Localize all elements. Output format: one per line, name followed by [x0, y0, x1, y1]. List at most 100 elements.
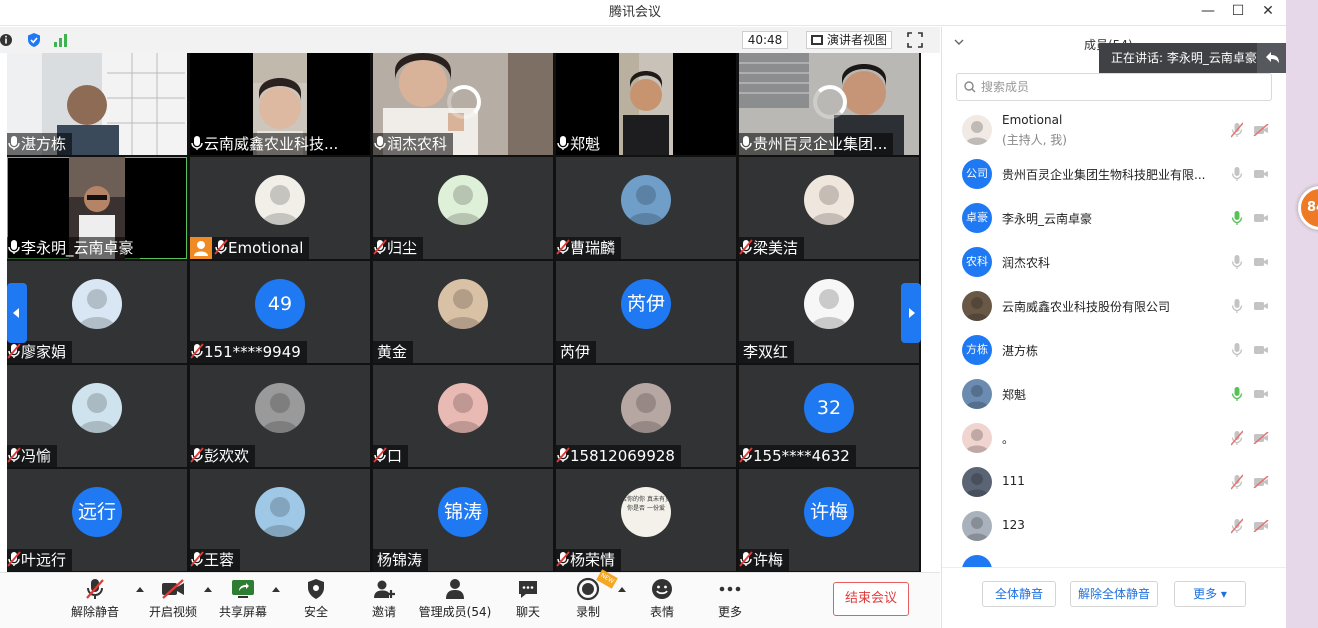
member-row[interactable]: Emotional (主持人, 我) — [942, 107, 1287, 151]
participant-tile[interactable]: 李永明_云南卓豪 — [7, 157, 187, 259]
start-video-button[interactable]: 开启视频 — [148, 577, 198, 620]
mute-all-button[interactable]: 全体静音 — [982, 581, 1056, 607]
minimize-icon[interactable]: — — [1198, 1, 1218, 21]
participant-name: 李双红 — [739, 341, 795, 363]
unmute-button[interactable]: 解除静音 — [70, 577, 120, 620]
participant-tile[interactable]: 芮伊 芮伊 — [556, 261, 736, 363]
manage-members-button[interactable]: 管理成员(54) — [416, 577, 494, 620]
member-name: 郑魁 — [1002, 388, 1027, 402]
participant-tile[interactable]: 黄金 — [373, 261, 553, 363]
participant-tile[interactable]: 彭欢欢 — [190, 365, 370, 467]
host-icon — [190, 237, 212, 259]
participant-name: 贵州百灵企业集团... — [739, 133, 894, 155]
info-icon[interactable] — [0, 32, 16, 48]
participant-name: 黄金 — [373, 341, 414, 363]
member-row[interactable]: 111 — [942, 459, 1287, 503]
maximize-icon[interactable]: ☐ — [1228, 1, 1248, 21]
search-members-input[interactable]: 搜索成员 — [956, 73, 1272, 101]
participant-name: 杨锦涛 — [373, 549, 429, 571]
participant-tile[interactable]: 廖家娟 — [7, 261, 187, 363]
member-name: 。 — [1002, 432, 1015, 446]
participant-tile[interactable]: 若你的你 真未有见 你是否 一份爱 杨荣情 — [556, 469, 736, 571]
member-role: (主持人, 我) — [1002, 133, 1067, 147]
chevron-left-icon — [13, 308, 19, 318]
participant-tile[interactable]: 润杰农科 — [373, 53, 553, 155]
participant-name: 15812069928 — [556, 445, 681, 467]
participant-name: 155****4632 — [739, 445, 856, 467]
participant-name: 芮伊 — [556, 341, 597, 363]
participant-tile[interactable]: 贵州百灵企业集团... — [739, 53, 919, 155]
camera-off-icon — [162, 579, 184, 599]
participant-avatar: 芮伊 — [621, 279, 671, 329]
chevron-down-icon[interactable] — [954, 37, 964, 47]
participant-tile[interactable]: 15812069928 — [556, 365, 736, 467]
participant-name: 廖家娟 — [7, 341, 73, 363]
share-options-caret[interactable] — [272, 587, 280, 592]
member-row[interactable]: 公司 贵州百灵企业集团生物科技肥业有限... — [942, 151, 1287, 195]
participant-name: 151****9949 — [190, 341, 307, 363]
member-row[interactable]: 。 — [942, 415, 1287, 459]
participant-avatar: 32 — [804, 383, 854, 433]
fullscreen-icon[interactable] — [907, 32, 923, 48]
more-button[interactable]: 更多 — [712, 577, 748, 620]
invite-button[interactable]: 邀请 — [366, 577, 402, 620]
participant-name: 曹瑞麟 — [556, 237, 622, 259]
participant-tile[interactable]: 李双红 — [739, 261, 919, 363]
mic-muted-icon — [739, 447, 753, 463]
shield-icon[interactable] — [26, 32, 42, 48]
mic-muted-icon — [739, 551, 753, 567]
return-button[interactable] — [1257, 43, 1287, 73]
participant-tile[interactable]: 王蓉 — [190, 469, 370, 571]
mic-muted-icon — [1231, 474, 1243, 490]
participant-tile[interactable]: 32 155****4632 — [739, 365, 919, 467]
unmute-all-button[interactable]: 解除全体静音 — [1070, 581, 1158, 607]
record-button[interactable]: 录制 — [570, 577, 606, 620]
speaker-view-button[interactable]: 演讲者视图 — [806, 31, 893, 49]
member-row[interactable]: 云南威鑫农业科技股份有限公司 — [942, 283, 1287, 327]
participant-tile[interactable]: 云南威鑫农业科技... — [190, 53, 370, 155]
record-options-caret[interactable] — [618, 587, 626, 592]
participant-tile[interactable]: 许梅 许梅 — [739, 469, 919, 571]
participant-tile[interactable]: 远行 叶远行 — [7, 469, 187, 571]
panel-more-button[interactable]: 更多 ▾ — [1174, 581, 1246, 607]
next-page-button[interactable] — [901, 283, 921, 343]
mic-icon — [374, 136, 386, 150]
participant-tile[interactable]: 49 151****9949 — [190, 261, 370, 363]
end-meeting-button[interactable]: 结束会议 — [833, 582, 909, 616]
audio-options-caret[interactable] — [136, 587, 144, 592]
member-row[interactable]: 农科 润杰农科 — [942, 239, 1287, 283]
participant-name: Emotional — [190, 237, 310, 259]
participant-tile[interactable]: 梁美洁 — [739, 157, 919, 259]
prev-page-button[interactable] — [7, 283, 27, 343]
participant-tile[interactable]: 湛方栋 — [7, 53, 187, 155]
camera-off-icon — [1253, 432, 1269, 444]
member-row[interactable]: 卓豪 李永明_云南卓豪 — [942, 195, 1287, 239]
participant-tile[interactable]: 冯愉 — [7, 365, 187, 467]
participant-tile[interactable]: 锦涛 杨锦涛 — [373, 469, 553, 571]
participant-tile[interactable]: Emotional — [190, 157, 370, 259]
member-row[interactable]: 123 — [942, 503, 1287, 547]
chat-button[interactable]: 聊天 — [510, 577, 546, 620]
mic-muted-icon — [7, 551, 21, 567]
signal-icon[interactable] — [52, 32, 68, 48]
close-icon[interactable]: ✕ — [1258, 1, 1278, 21]
participant-tile[interactable]: 口 — [373, 365, 553, 467]
video-options-caret[interactable] — [204, 587, 212, 592]
participant-avatar — [438, 279, 488, 329]
avatar-image — [255, 175, 305, 225]
member-name: 111 — [1002, 474, 1025, 488]
desktop-background — [1286, 0, 1318, 628]
member-avatar — [962, 115, 992, 145]
participant-tile[interactable]: 郑魁 — [556, 53, 736, 155]
participant-tile[interactable]: 归尘 — [373, 157, 553, 259]
member-row[interactable]: 方栋 湛方栋 — [942, 327, 1287, 371]
member-row[interactable]: 郑魁 — [942, 371, 1287, 415]
share-screen-button[interactable]: 共享屏幕 — [216, 577, 270, 620]
participant-tile[interactable]: 曹瑞麟 — [556, 157, 736, 259]
member-name: 123 — [1002, 518, 1025, 532]
security-button[interactable]: 安全 — [298, 577, 334, 620]
member-avatar: 农科 — [962, 247, 992, 277]
share-screen-label: 共享屏幕 — [218, 605, 267, 619]
emoji-button[interactable]: 表情 — [644, 577, 680, 620]
mic-icon — [1231, 211, 1243, 225]
